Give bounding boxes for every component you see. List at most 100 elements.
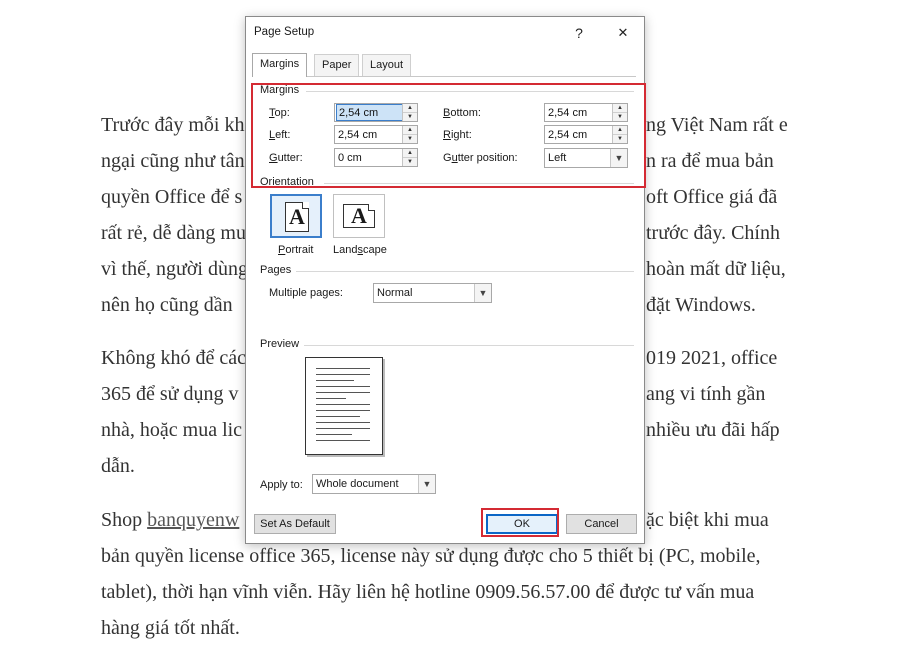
ok-button[interactable]: OK: [486, 514, 558, 534]
gutter-input[interactable]: [336, 150, 404, 165]
gutter-label: Gutter:: [269, 152, 303, 164]
preview-line: [316, 434, 352, 435]
preview-line: [316, 392, 370, 393]
page-setup-dialog: Page Setup ? ✕ Margins Paper Layout Marg…: [245, 16, 646, 544]
preview-section-label: Preview: [260, 338, 300, 350]
left-label: Left:: [269, 129, 290, 141]
help-button[interactable]: ?: [562, 21, 596, 45]
preview-line: [316, 386, 370, 387]
top-label: Top:: [269, 107, 290, 119]
article-line: oft Office giá đã: [646, 186, 778, 208]
tab-margins[interactable]: Margins: [252, 53, 308, 77]
article-line: đặt Windows.: [646, 294, 756, 316]
portrait-button[interactable]: A: [270, 194, 322, 238]
spin-down-icon[interactable]: ▼: [613, 135, 627, 143]
chevron-down-icon[interactable]: ▼: [418, 475, 435, 493]
spin-up-icon[interactable]: ▲: [403, 104, 417, 113]
top-margin-input[interactable]: [336, 104, 406, 121]
article-line: tablet), thời hạn vĩnh viễn. Hãy liên hệ…: [101, 581, 755, 603]
article-line: rất rẻ, dễ dàng mu: [101, 222, 246, 244]
preview-line: [316, 428, 370, 429]
gutter-position-text: G: [443, 152, 452, 164]
page-fold: [368, 204, 375, 211]
spin-down-icon[interactable]: ▼: [613, 113, 627, 121]
gutter-position-value: Left: [548, 152, 567, 164]
preview-line: [316, 398, 346, 399]
article-line: Không khó để các: [101, 347, 246, 369]
multiple-pages-select[interactable]: Normal ▼: [373, 283, 492, 303]
gutter-spinner[interactable]: ▲▼: [334, 148, 418, 167]
spin-down-icon[interactable]: ▼: [403, 135, 417, 143]
left-margin-spinner[interactable]: ▲▼: [334, 125, 418, 144]
article-line: trước đây. Chính: [646, 222, 780, 244]
article-line: 019 2021, office: [646, 347, 778, 369]
landscape-label-text: cape: [362, 244, 387, 256]
article-line: bản quyền license office 365, license nà…: [101, 545, 761, 567]
chevron-down-icon[interactable]: ▼: [474, 284, 491, 302]
article-line: nhà, hoặc mua lic: [101, 419, 243, 441]
left-margin-input[interactable]: [336, 127, 404, 142]
tab-paper[interactable]: Paper: [314, 54, 360, 76]
bottom-margin-spinner[interactable]: ▲▼: [544, 103, 628, 122]
bottom-label-text: ottom:: [450, 107, 481, 119]
article-link[interactable]: banquyenw: [147, 509, 239, 531]
gutter-position-label: Gutter position:: [443, 152, 518, 164]
portrait-label: Portrait: [278, 244, 313, 256]
article-line: nhiều ưu đãi hấp: [646, 419, 780, 441]
section-divider: [296, 271, 634, 272]
article-text: Shop: [101, 509, 148, 531]
top-label-text: op:: [274, 107, 290, 119]
spinner-buttons: ▲ ▼: [612, 126, 627, 143]
article-line: ặc biệt khi mua: [646, 509, 769, 531]
left-label-text: eft:: [275, 129, 291, 141]
preview-line: [316, 416, 360, 417]
tab-layout[interactable]: Layout: [362, 54, 412, 76]
section-divider: [324, 183, 634, 184]
preview-line: [316, 374, 370, 375]
spin-down-icon[interactable]: ▼: [403, 158, 417, 166]
cancel-button[interactable]: Cancel: [566, 514, 637, 534]
chevron-down-icon[interactable]: ▼: [610, 149, 627, 167]
dialog-title: Page Setup: [254, 26, 315, 38]
article-line: n ra để mua bản: [646, 150, 774, 172]
page-glyph: A: [351, 203, 367, 228]
landscape-label-text: Land: [333, 244, 358, 256]
spinner-buttons: ▲ ▼: [402, 104, 417, 121]
landscape-page-icon: A: [343, 204, 375, 228]
portrait-page-icon: A: [285, 202, 309, 232]
gutter-position-select[interactable]: Left ▼: [544, 148, 628, 168]
preview-line: [316, 422, 370, 423]
spin-up-icon[interactable]: ▲: [613, 104, 627, 113]
article-line: quyền Office để s: [101, 186, 243, 208]
landscape-label: Landscape: [333, 244, 387, 256]
bottom-margin-input[interactable]: [546, 105, 614, 120]
section-divider: [306, 91, 634, 92]
spin-up-icon[interactable]: ▲: [403, 149, 417, 158]
spin-down-icon[interactable]: ▼: [403, 113, 417, 121]
portrait-label-text: ortrait: [285, 244, 314, 256]
page-preview: [305, 357, 383, 455]
bottom-label: Bottom:: [443, 107, 481, 119]
spin-up-icon[interactable]: ▲: [613, 126, 627, 135]
section-divider: [304, 345, 634, 346]
set-as-default-button[interactable]: Set As Default: [254, 514, 336, 534]
top-margin-spinner[interactable]: ▲▼: [334, 103, 418, 122]
multiple-pages-label: Multiple pages:: [269, 287, 343, 299]
right-margin-spinner[interactable]: ▲▼: [544, 125, 628, 144]
article-line: ang vi tính gần: [646, 383, 766, 405]
right-margin-input[interactable]: [546, 127, 614, 142]
preview-line: [316, 380, 354, 381]
gutter-label-text: utter:: [277, 152, 303, 164]
margins-tab-panel: [252, 76, 636, 533]
close-button[interactable]: ✕: [606, 21, 640, 45]
spin-up-icon[interactable]: ▲: [403, 126, 417, 135]
dialog-titlebar[interactable]: Page Setup ? ✕: [246, 17, 644, 49]
preview-line: [316, 404, 370, 405]
article-line: 365 để sử dụng v: [101, 383, 239, 405]
spinner-buttons: ▲ ▼: [612, 104, 627, 121]
apply-to-select[interactable]: Whole document ▼: [312, 474, 436, 494]
landscape-button[interactable]: A: [333, 194, 385, 238]
accelerator-key: G: [269, 152, 278, 164]
right-label-text: ight:: [450, 129, 472, 141]
multiple-pages-value: Normal: [377, 287, 413, 299]
